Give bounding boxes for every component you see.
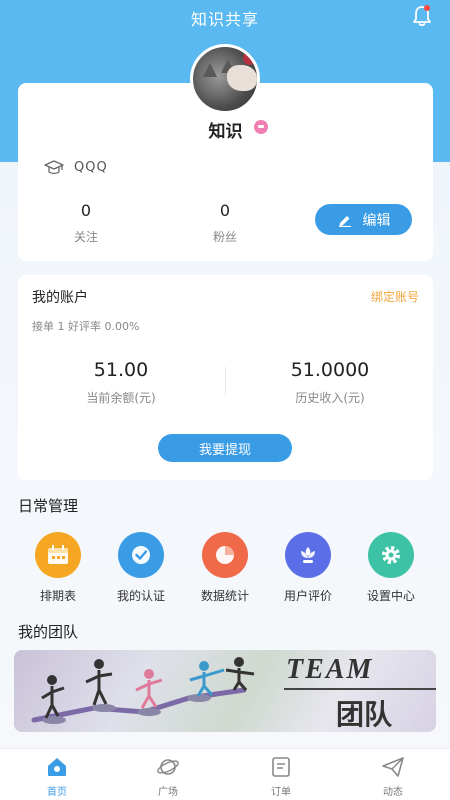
menu-label-schedule: 排期表	[39, 589, 76, 603]
menu-item-reviews[interactable]: 用户评价	[268, 532, 348, 604]
bind-account-link[interactable]: 绑定账号	[371, 288, 419, 305]
home-icon	[48, 758, 66, 776]
avatar[interactable]	[190, 44, 260, 114]
flower-icon	[285, 532, 331, 578]
balance-value: 51.00	[93, 359, 149, 381]
following-label: 关注	[73, 230, 98, 244]
income-label: 历史收入(元)	[295, 391, 365, 405]
account-card: 我的账户 绑定账号 接单 1 好评率 0.00% 51.00 当前余额(元) 5…	[18, 275, 433, 480]
income-stat: 51.0000 历史收入(元)	[255, 359, 405, 406]
team-banner[interactable]: TEAM 团队	[14, 650, 436, 732]
bell-icon[interactable]	[410, 4, 434, 28]
team-banner-en: TEAM	[286, 654, 374, 685]
user-name: 知识	[208, 122, 243, 142]
school-label: QQQ	[74, 160, 108, 175]
menu-item-statistics[interactable]: 数据统计	[185, 532, 265, 604]
graduation-cap-icon	[44, 160, 64, 175]
menu-label-certification: 我的认证	[116, 589, 165, 603]
menu-label-statistics: 数据统计	[200, 589, 249, 603]
menu-label-reviews: 用户评价	[283, 589, 332, 603]
chat-bubble-icon[interactable]	[254, 120, 268, 134]
app-title: 知识共享	[190, 10, 259, 29]
balance-label: 当前余额(元)	[86, 391, 156, 405]
fans-count: 0	[219, 201, 231, 220]
withdraw-button[interactable]: 我要提现	[158, 434, 292, 462]
menu-item-schedule[interactable]: 排期表	[18, 532, 98, 604]
tab-orders-label: 订单	[271, 787, 291, 798]
team-banner-divider	[284, 688, 436, 690]
edit-profile-button[interactable]: 编辑	[315, 204, 412, 235]
stat-divider	[225, 367, 226, 395]
menu-item-certification[interactable]: 我的认证	[101, 532, 181, 604]
edit-profile-label: 编辑	[362, 212, 391, 229]
tab-orders[interactable]: 订单	[241, 755, 321, 798]
income-value: 51.0000	[290, 359, 370, 381]
notification-dot	[424, 5, 430, 11]
account-summary: 接单 1 好评率 0.00%	[32, 320, 140, 333]
tab-home-label: 首页	[47, 787, 67, 798]
order-list-icon	[272, 757, 290, 777]
daily-management-title: 日常管理	[18, 497, 79, 515]
balance-stat: 51.00 当前余额(元)	[46, 359, 196, 406]
menu-item-settings[interactable]: 设置中心	[351, 532, 431, 604]
gear-icon	[368, 532, 414, 578]
my-team-title: 我的团队	[18, 623, 79, 641]
verified-check-icon	[118, 532, 164, 578]
paper-plane-icon	[382, 757, 404, 777]
tab-square[interactable]: 广场	[128, 755, 208, 798]
team-illustration	[31, 657, 255, 724]
bottom-tab-bar: 首页 广场 订单 动态	[0, 748, 450, 800]
planet-icon	[157, 759, 179, 775]
daily-menu: 排期表 我的认证 数据统计 用户评价 设置中心	[18, 532, 432, 604]
account-title: 我的账户	[32, 290, 88, 306]
following-count: 0	[80, 201, 92, 220]
fans-label: 粉丝	[212, 230, 237, 244]
tab-home[interactable]: 首页	[17, 755, 97, 798]
pencil-icon	[338, 215, 351, 227]
calendar-icon	[35, 532, 81, 578]
tab-square-label: 广场	[158, 787, 178, 798]
pie-chart-icon	[202, 532, 248, 578]
fans-stat[interactable]: 0 粉丝	[175, 201, 275, 245]
following-stat[interactable]: 0 关注	[36, 201, 136, 245]
team-banner-cn: 团队	[336, 698, 393, 731]
tab-feed[interactable]: 动态	[353, 755, 433, 798]
tab-feed-label: 动态	[383, 787, 403, 798]
menu-label-settings: 设置中心	[366, 589, 415, 603]
